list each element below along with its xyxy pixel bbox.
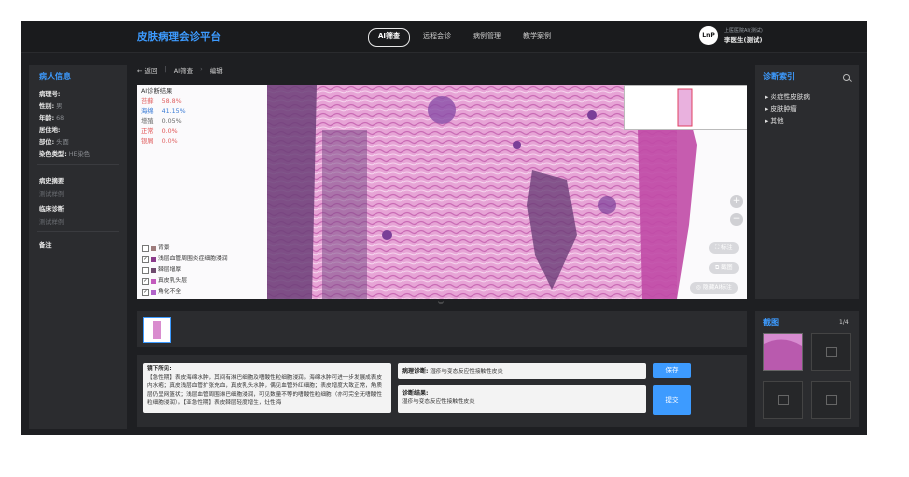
index-item-inflammatory[interactable]: ▸ 炎症性皮肤病 — [765, 91, 810, 101]
findings-textarea[interactable]: 镜下所见: 【急性期】表皮海绵水肿，其间有淋巴细胞及嗜酸性粒细胞浸润。海绵水肿可… — [143, 363, 391, 413]
tab-remote-consult[interactable]: 远程会诊 — [414, 28, 460, 45]
slide-filmstrip — [137, 311, 747, 347]
annotation-legend: 背景 ✓ 浅层血管周围炎症细胞浸润 棘层增厚 ✓ 真皮乳头层 ✓ 角化不全 — [142, 243, 228, 298]
slide-viewer[interactable]: AI诊断结果 苔藓 58.8% 海绵 41.15% 增殖 0.05% 正常 0.0% 银屑 0.0… — [137, 85, 747, 299]
save-button[interactable]: 保存 — [653, 363, 691, 378]
legend-swatch — [151, 279, 156, 284]
breadcrumb: ← 返回 | AI筛查 › 编辑 — [137, 65, 223, 75]
breadcrumb-edit: 编辑 — [209, 67, 223, 75]
slide-thumbnail[interactable] — [143, 317, 171, 343]
history-value: 测试样例 — [39, 191, 65, 198]
field-stain-type: 染色类型: HE染色 — [39, 151, 91, 158]
index-item-tumor[interactable]: ▸ 皮肤肿瘤 — [765, 103, 797, 113]
pathology-diagnosis-field[interactable]: 病理诊断: 湿疹与变态反应性接触性皮炎 — [398, 363, 646, 379]
ai-result-row: 海绵 41.15% — [141, 108, 186, 115]
ai-result-title: AI诊断结果 — [141, 88, 173, 95]
main-nav: AI筛查 远程会诊 病例管理 教学案例 — [368, 28, 560, 47]
tab-teaching-cases[interactable]: 教学案例 — [514, 28, 560, 45]
app-title: 皮肤病理会诊平台 — [137, 31, 221, 43]
history-label: 病史摘要 — [39, 178, 65, 185]
user-org: 上医医院AI(测试) — [724, 28, 763, 34]
zoom-out-button[interactable]: − — [730, 213, 743, 226]
clinical-value: 测试样例 — [39, 219, 65, 226]
divider — [37, 231, 119, 232]
minimap-image — [677, 88, 693, 127]
screenshots-panel: 截图 1/4 — [755, 311, 859, 427]
index-item-other[interactable]: ▸ 其他 — [765, 115, 784, 125]
image-placeholder-icon — [778, 395, 789, 405]
collapse-handle-icon[interactable]: ︾ — [438, 300, 444, 309]
hide-ai-annotation-button[interactable]: ◎ 隐藏AI标注 — [690, 282, 738, 294]
legend-item[interactable]: ✓ 角化不全 — [142, 287, 228, 298]
legend-item[interactable]: 背景 — [142, 243, 228, 254]
breadcrumb-separator: | — [164, 65, 167, 73]
report-panel: 镜下所见: 【急性期】表皮海绵水肿，其间有淋巴细胞及嗜酸性粒细胞浸润。海绵水肿可… — [137, 355, 747, 427]
screenshot-slot-4[interactable] — [811, 381, 851, 419]
tab-ai-screening[interactable]: AI筛查 — [368, 28, 411, 47]
screenshot-image — [764, 334, 802, 370]
legend-swatch — [151, 246, 156, 251]
legend-item[interactable]: ✓ 浅层血管周围炎症细胞浸润 — [142, 254, 228, 265]
image-placeholder-icon — [826, 347, 837, 357]
field-residence: 居住地: — [39, 127, 61, 134]
legend-item[interactable]: ✓ 真皮乳头层 — [142, 276, 228, 287]
image-placeholder-icon — [826, 395, 837, 405]
diagnosis-index-panel: 诊断索引 ▸ 炎症性皮肤病 ▸ 皮肤肿瘤 ▸ 其他 — [755, 65, 859, 299]
notes-label: 备注 — [39, 242, 52, 249]
back-link[interactable]: ← 返回 — [137, 65, 158, 75]
ai-result-row: 正常 0.0% — [141, 128, 178, 135]
user-name: 李医生(测试) — [724, 36, 763, 44]
minimap[interactable] — [624, 85, 747, 130]
checkbox[interactable]: ✓ — [142, 256, 149, 263]
slide-thumbnail-image — [153, 321, 161, 339]
divider — [37, 164, 119, 165]
ai-result-box: AI诊断结果 苔藓 58.8% 海绵 41.15% 增殖 0.05% 正常 0.0% 银屑 0.0… — [141, 87, 186, 147]
field-site: 部位: 头面 — [39, 139, 69, 146]
legend-swatch — [151, 257, 156, 262]
ai-result-row: 增殖 0.05% — [141, 118, 182, 125]
app-window: 皮肤病理会诊平台 AI筛查 远程会诊 病例管理 教学案例 LnP 上医医院AI(… — [21, 21, 867, 435]
field-gender: 性别: 男 — [39, 103, 63, 110]
screenshot-slot-1[interactable] — [763, 333, 803, 371]
tab-case-management[interactable]: 病例管理 — [464, 28, 510, 45]
field-age: 年龄: 68 — [39, 115, 65, 122]
screenshots-title: 截图 — [763, 318, 779, 327]
patient-info-panel: 病人信息 病理号: 性别: 男 年龄: 68 居住地: 部位: 头面 染色类型:… — [29, 65, 127, 429]
patient-info-title: 病人信息 — [39, 72, 71, 81]
field-pathology-no: 病理号: — [39, 91, 61, 98]
diagnosis-result-field[interactable]: 诊断结果: 湿疹与变态反应性接触性皮炎 — [398, 385, 646, 413]
checkbox[interactable] — [142, 245, 149, 252]
screenshot-slot-3[interactable] — [763, 381, 803, 419]
clinical-label: 临床诊断 — [39, 206, 65, 213]
user-menu[interactable]: LnP 上医医院AI(测试) 李医生(测试) — [699, 26, 763, 45]
ai-result-row: 苔藓 58.8% — [141, 98, 182, 105]
ai-result-row: 银屑 0.0% — [141, 138, 178, 145]
top-bar: 皮肤病理会诊平台 AI筛查 远程会诊 病例管理 教学案例 LnP 上医医院AI(… — [21, 21, 867, 53]
diagnosis-index-title: 诊断索引 — [763, 72, 795, 81]
search-icon[interactable] — [843, 74, 850, 81]
checkbox[interactable]: ✓ — [142, 278, 149, 285]
zoom-in-button[interactable]: + — [730, 195, 743, 208]
screenshot-slot-2[interactable] — [811, 333, 851, 371]
checkbox[interactable] — [142, 267, 149, 274]
legend-swatch — [151, 290, 156, 295]
submit-button[interactable]: 提交 — [653, 385, 691, 415]
breadcrumb-ai-screening[interactable]: AI筛查 — [174, 65, 193, 75]
screenshot-button[interactable]: ⧉ 截图 — [709, 262, 739, 274]
legend-item[interactable]: 棘层增厚 — [142, 265, 228, 276]
legend-swatch — [151, 268, 156, 273]
avatar[interactable]: LnP — [699, 26, 718, 45]
chevron-right-icon: › — [200, 65, 203, 73]
checkbox[interactable]: ✓ — [142, 289, 149, 296]
annotate-button[interactable]: ⛶ 标注 — [709, 242, 739, 254]
screenshots-count: 1/4 — [839, 319, 849, 326]
